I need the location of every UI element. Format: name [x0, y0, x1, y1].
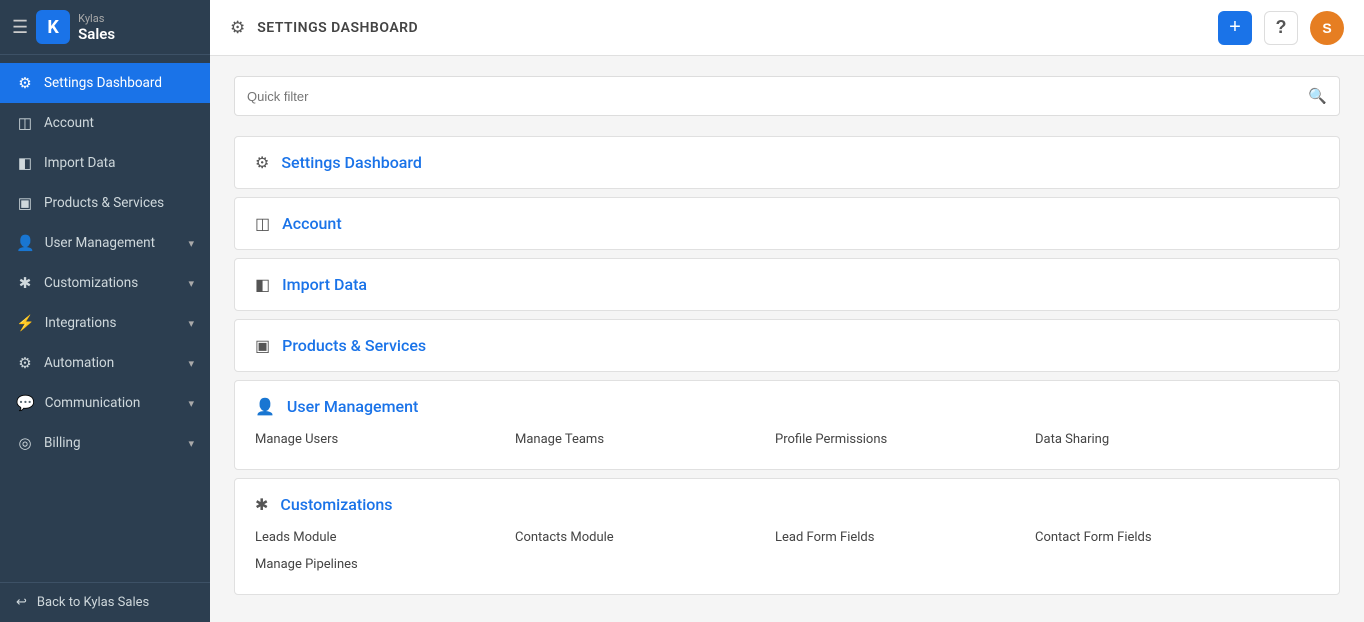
sidebar-nav: ⚙ Settings Dashboard ◫ Account ◧ Import …: [0, 55, 210, 582]
customizations-icon: ✱: [16, 274, 34, 292]
section-account: ◫ Account: [234, 197, 1340, 250]
sidebar-item-billing[interactable]: ◎ Billing ▾: [0, 423, 210, 463]
sidebar-item-customizations[interactable]: ✱ Customizations ▾: [0, 263, 210, 303]
chevron-down-icon: ▾: [188, 397, 194, 410]
sidebar-item-label: Import Data: [44, 155, 194, 171]
avatar[interactable]: S: [1310, 11, 1344, 45]
section-user-management-icon: 👤: [255, 397, 275, 416]
section-customizations-header[interactable]: ✱ Customizations: [255, 495, 1319, 514]
chevron-down-icon: ▾: [188, 277, 194, 290]
section-customizations-icon: ✱: [255, 495, 268, 514]
sub-item-data-sharing[interactable]: Data Sharing: [1035, 426, 1295, 453]
chevron-down-icon: ▾: [188, 237, 194, 250]
section-products-icon: ▣: [255, 336, 270, 355]
sidebar-item-communication[interactable]: 💬 Communication ▾: [0, 383, 210, 423]
help-button[interactable]: ?: [1264, 11, 1298, 45]
sidebar-item-integrations[interactable]: ⚡ Integrations ▾: [0, 303, 210, 343]
sidebar-header: ☰ K Kylas Sales: [0, 0, 210, 55]
user-management-sub-items: Manage Users Manage Teams Profile Permis…: [255, 426, 1319, 453]
communication-icon: 💬: [16, 394, 35, 412]
search-icon: 🔍: [1308, 87, 1327, 105]
quick-filter-bar: 🔍: [234, 76, 1340, 116]
sub-item-manage-users[interactable]: Manage Users: [255, 426, 515, 453]
sidebar-item-label: User Management: [45, 235, 179, 251]
sidebar-item-label: Customizations: [44, 275, 178, 291]
section-customizations: ✱ Customizations Leads Module Contacts M…: [234, 478, 1340, 595]
topbar: ⚙ SETTINGS DASHBOARD + ? S: [210, 0, 1364, 56]
sidebar-item-settings-dashboard[interactable]: ⚙ Settings Dashboard: [0, 63, 210, 103]
section-user-management-title: User Management: [287, 397, 418, 416]
back-icon: ↩: [16, 595, 27, 610]
section-settings-dashboard-title: Settings Dashboard: [281, 153, 422, 172]
main-area: ⚙ SETTINGS DASHBOARD + ? S 🔍 ⚙ Settings …: [210, 0, 1364, 622]
section-settings-dashboard: ⚙ Settings Dashboard: [234, 136, 1340, 189]
sub-item-manage-pipelines[interactable]: Manage Pipelines: [255, 551, 515, 578]
integrations-icon: ⚡: [16, 314, 35, 332]
section-import-data-header[interactable]: ◧ Import Data: [255, 275, 1319, 294]
section-account-title: Account: [282, 214, 342, 233]
sub-item-lead-form-fields[interactable]: Lead Form Fields: [775, 524, 1035, 551]
sub-item-leads-module[interactable]: Leads Module: [255, 524, 515, 551]
section-account-icon: ◫: [255, 214, 270, 233]
back-to-kylas-sales-button[interactable]: ↩ Back to Kylas Sales: [0, 582, 210, 622]
sidebar-item-label: Products & Services: [44, 195, 194, 211]
hamburger-icon[interactable]: ☰: [12, 17, 28, 38]
sidebar-item-import-data[interactable]: ◧ Import Data: [0, 143, 210, 183]
section-import-data-title: Import Data: [282, 275, 367, 294]
logo-icon: K: [36, 10, 70, 44]
sub-item-contacts-module[interactable]: Contacts Module: [515, 524, 775, 551]
topbar-actions: + ? S: [1218, 11, 1344, 45]
search-input[interactable]: [247, 89, 1308, 104]
sidebar-item-user-management[interactable]: 👤 User Management ▾: [0, 223, 210, 263]
sub-item-profile-permissions[interactable]: Profile Permissions: [775, 426, 1035, 453]
sidebar-item-label: Account: [44, 115, 194, 131]
topbar-gear-icon: ⚙: [230, 18, 245, 38]
products-services-icon: ▣: [16, 194, 34, 212]
sidebar-item-products-services[interactable]: ▣ Products & Services: [0, 183, 210, 223]
footer-label: Back to Kylas Sales: [37, 595, 149, 610]
sidebar: ☰ K Kylas Sales ⚙ Settings Dashboard ◫ A…: [0, 0, 210, 622]
user-management-icon: 👤: [16, 234, 35, 252]
settings-dashboard-icon: ⚙: [16, 74, 34, 92]
automation-icon: ⚙: [16, 354, 34, 372]
import-data-icon: ◧: [16, 154, 34, 172]
brand-product: Sales: [78, 25, 115, 43]
chevron-down-icon: ▾: [188, 317, 194, 330]
section-import-data-icon: ◧: [255, 275, 270, 294]
sub-item-manage-teams[interactable]: Manage Teams: [515, 426, 775, 453]
brand-text: Kylas Sales: [78, 12, 115, 43]
customizations-sub-items: Leads Module Contacts Module Lead Form F…: [255, 524, 1319, 578]
section-settings-dashboard-header[interactable]: ⚙ Settings Dashboard: [255, 153, 1319, 172]
section-user-management-header[interactable]: 👤 User Management: [255, 397, 1319, 416]
sidebar-item-label: Integrations: [45, 315, 179, 331]
section-customizations-title: Customizations: [280, 495, 392, 514]
section-products-services-header[interactable]: ▣ Products & Services: [255, 336, 1319, 355]
sidebar-item-automation[interactable]: ⚙ Automation ▾: [0, 343, 210, 383]
brand-company: Kylas: [78, 12, 115, 25]
page-title: SETTINGS DASHBOARD: [257, 20, 1206, 36]
sub-item-contact-form-fields[interactable]: Contact Form Fields: [1035, 524, 1295, 551]
content-area: 🔍 ⚙ Settings Dashboard ◫ Account ◧ Impor…: [210, 56, 1364, 622]
section-gear-icon: ⚙: [255, 153, 269, 172]
section-products-services-title: Products & Services: [282, 336, 426, 355]
sidebar-item-account[interactable]: ◫ Account: [0, 103, 210, 143]
section-account-header[interactable]: ◫ Account: [255, 214, 1319, 233]
sidebar-item-label: Billing: [44, 435, 178, 451]
section-user-management: 👤 User Management Manage Users Manage Te…: [234, 380, 1340, 470]
chevron-down-icon: ▾: [188, 437, 194, 450]
account-icon: ◫: [16, 114, 34, 132]
billing-icon: ◎: [16, 434, 34, 452]
chevron-down-icon: ▾: [188, 357, 194, 370]
section-products-services: ▣ Products & Services: [234, 319, 1340, 372]
add-button[interactable]: +: [1218, 11, 1252, 45]
sidebar-item-label: Automation: [44, 355, 178, 371]
sidebar-item-label: Settings Dashboard: [44, 75, 194, 91]
sidebar-item-label: Communication: [45, 395, 179, 411]
section-import-data: ◧ Import Data: [234, 258, 1340, 311]
